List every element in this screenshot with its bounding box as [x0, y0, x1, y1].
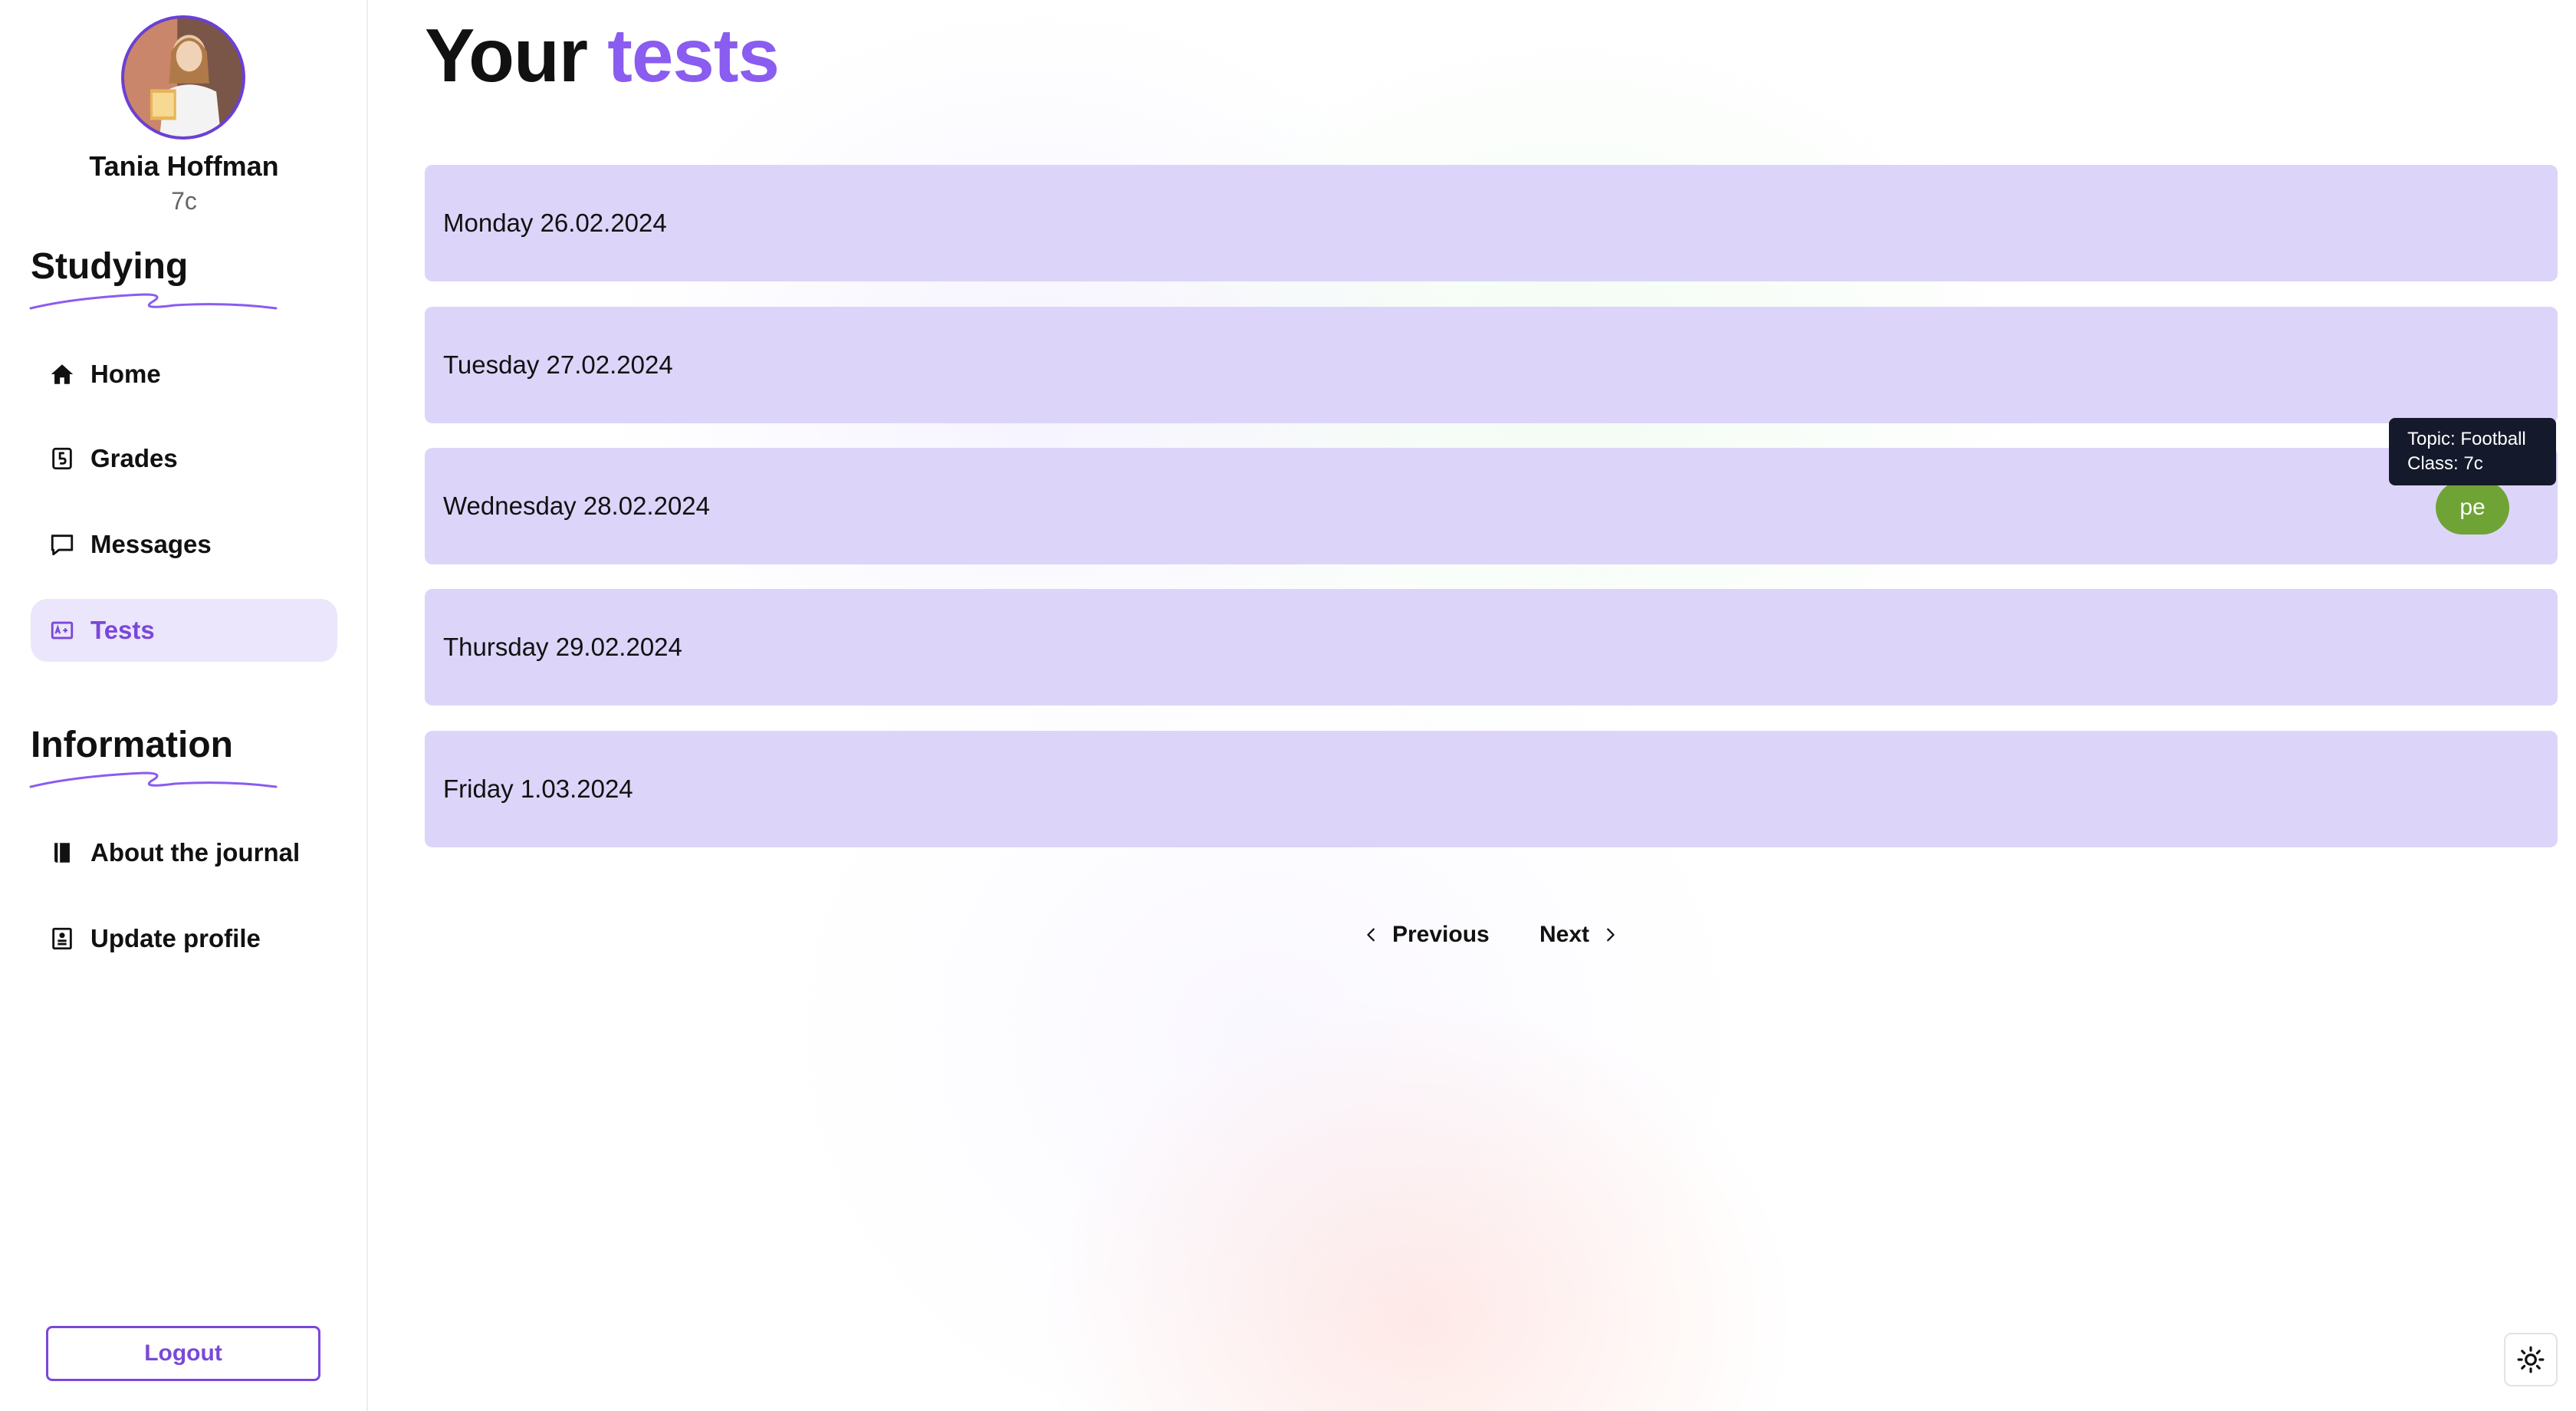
next-label: Next [1539, 922, 1590, 947]
user-name: Tania Hoffman [89, 150, 279, 182]
tooltip-class: Class: 7c [2407, 453, 2483, 474]
sidebar-item-tests[interactable]: Tests [31, 599, 337, 662]
profile-icon [49, 926, 75, 952]
grade-icon [49, 446, 75, 472]
section-title-information: Information [31, 725, 233, 765]
day-label: Monday 26.02.2024 [443, 209, 667, 237]
sidebar-item-about-journal[interactable]: About the journal [31, 821, 337, 884]
page-title-prefix: Your [425, 13, 588, 97]
squiggle-decoration [29, 293, 278, 310]
day-label: Wednesday 28.02.2024 [443, 492, 710, 520]
section-title-studying: Studying [31, 246, 189, 287]
user-class: 7c [171, 187, 197, 215]
sidebar-item-label: Tests [90, 616, 155, 644]
theme-toggle-button[interactable] [2504, 1333, 2558, 1386]
message-icon [49, 531, 75, 557]
day-label: Thursday 29.02.2024 [443, 633, 682, 661]
sidebar-item-label: Update profile [90, 924, 261, 952]
sidebar-item-label: About the journal [90, 838, 301, 867]
day-row-monday: Monday 26.02.2024 [425, 165, 2558, 281]
test-chip-pe[interactable]: pe [2436, 481, 2509, 534]
day-label: Friday 1.03.2024 [443, 775, 633, 803]
tests-icon [49, 617, 75, 643]
sun-icon [2517, 1346, 2545, 1373]
logout-button[interactable]: Logout [46, 1326, 320, 1381]
day-row-thursday: Thursday 29.02.2024 [425, 589, 2558, 706]
day-row-friday: Friday 1.03.2024 [425, 731, 2558, 847]
sidebar-item-home[interactable]: Home [31, 343, 337, 406]
next-button[interactable]: Next [1539, 917, 1618, 952]
book-icon [49, 840, 75, 866]
chevron-left-icon [1367, 928, 1375, 942]
previous-button[interactable]: Previous [1363, 917, 1490, 952]
day-row-tuesday: Tuesday 27.02.2024 [425, 307, 2558, 423]
page-title-accent: tests [607, 13, 780, 97]
sidebar-item-update-profile[interactable]: Update profile [31, 907, 337, 970]
sidebar-item-label: Messages [90, 530, 212, 558]
test-tooltip: Topic: Football Class: 7c [2389, 418, 2556, 485]
home-icon [49, 361, 75, 387]
avatar [121, 15, 245, 140]
sidebar-item-label: Home [90, 360, 161, 388]
page-title: Your tests [425, 12, 780, 99]
sidebar: Tania Hoffman 7c Studying Home Grades Me… [0, 0, 368, 1411]
tooltip-topic: Topic: Football [2407, 429, 2526, 449]
previous-label: Previous [1392, 922, 1490, 947]
day-label: Tuesday 27.02.2024 [443, 350, 673, 379]
sidebar-item-messages[interactable]: Messages [31, 513, 337, 576]
sidebar-item-grades[interactable]: Grades [31, 427, 337, 490]
squiggle-decoration [29, 771, 278, 788]
day-row-wednesday: Wednesday 28.02.2024 [425, 448, 2558, 564]
chevron-right-icon [1607, 928, 1615, 942]
sidebar-item-label: Grades [90, 444, 178, 472]
